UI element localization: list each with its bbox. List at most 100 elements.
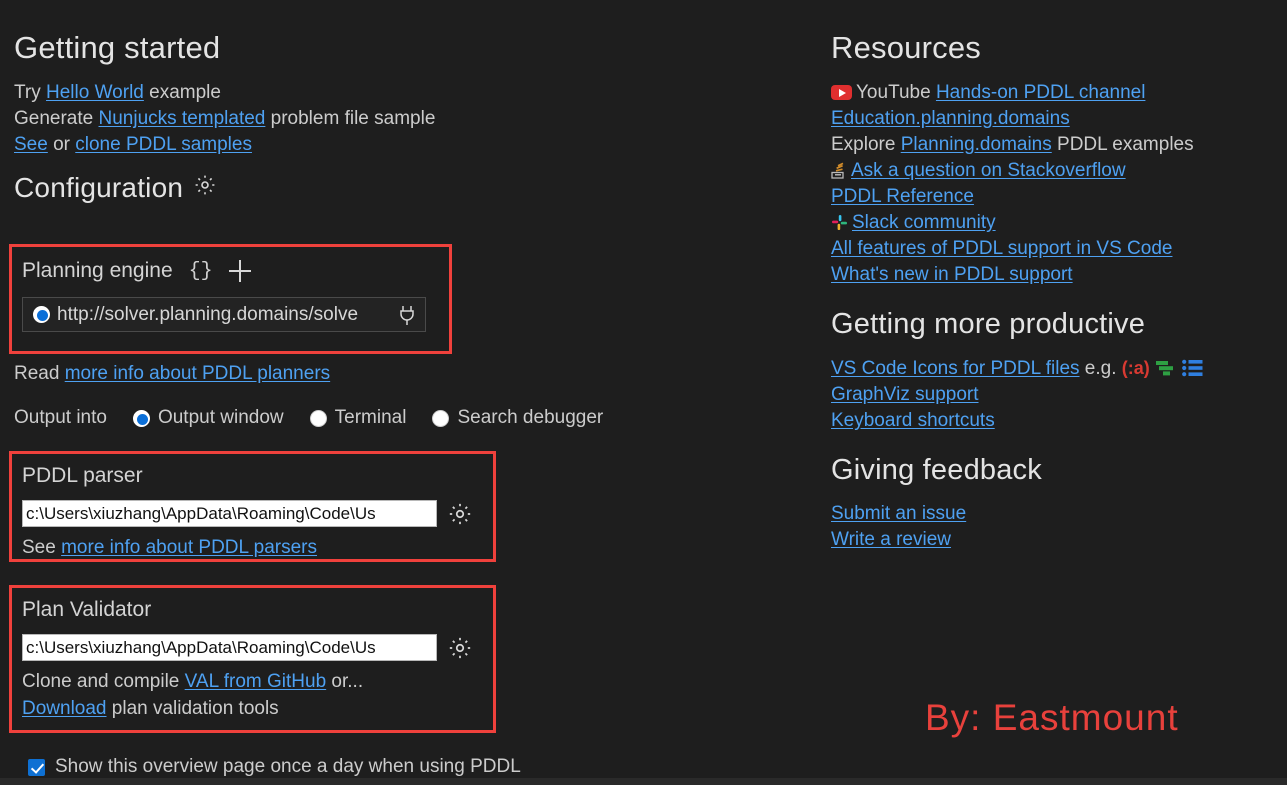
all-features-line: All features of PDDL support in VS Code [831,236,1271,262]
more-info-pddl-planners-link[interactable]: more info about PDDL planners [65,363,330,384]
plan-validator-title: Plan Validator [22,598,152,621]
submit-an-issue-link[interactable]: Submit an issue [831,503,966,524]
pddl-parser-title: PDDL parser [22,464,143,487]
generate-nunjucks-line: Generate Nunjucks templated problem file… [14,106,814,132]
plan-validator-path-input[interactable]: c:\Users\xiuzhang\AppData\Roaming\Code\U… [22,634,437,661]
bottom-scrollbar-strip[interactable] [0,778,1287,785]
generate-prefix: Generate [14,108,99,129]
planning-engine-section: Planning engine {} http://solver.plannin… [9,244,452,354]
val-from-github-link[interactable]: VAL from GitHub [185,671,327,692]
feedback-links: Submit an issue Write a review [831,501,1271,553]
output-into-row: Output into Output window Terminal Searc… [14,407,603,429]
hello-world-link[interactable]: Hello World [46,82,144,103]
try-hello-world-line: Try Hello World example [14,80,814,106]
ask-question-stackoverflow-link[interactable]: Ask a question on Stackoverflow [851,160,1126,181]
nunjucks-templated-link[interactable]: Nunjucks templated [99,108,266,129]
clone-suffix: or... [326,671,364,692]
terminal-radio[interactable] [309,409,327,427]
configuration-heading: Configuration [14,172,184,203]
search-debugger-radio[interactable] [432,409,450,427]
show-overview-checkbox[interactable] [28,758,45,776]
read-planners-line: Read more info about PDDL planners [14,363,330,385]
output-option-output-window[interactable]: Output window [125,407,284,429]
write-a-review-link[interactable]: Write a review [831,529,951,550]
getting-started-links: Try Hello World example Generate Nunjuck… [14,80,814,158]
slack-community-link[interactable]: Slack community [852,212,996,233]
planning-domains-link[interactable]: Planning.domains [901,134,1052,155]
output-option-terminal[interactable]: Terminal [302,407,407,429]
explore-prefix: Explore [831,134,901,155]
left-column: Getting started Try Hello World example … [14,0,814,204]
pddl-reference-line: PDDL Reference [831,184,1271,210]
search-debugger-label: Search debugger [457,407,604,428]
stackoverflow-icon [831,161,847,179]
engine-radio[interactable] [33,306,50,323]
all-features-vscode-link[interactable]: All features of PDDL support in VS Code [831,238,1172,259]
pddl-parser-subline: See more info about PDDL parsers [22,535,483,560]
or-text: or [47,134,76,155]
gear-icon[interactable] [193,172,217,204]
planning-engine-title: Planning engine [22,259,173,282]
output-option-search-debugger[interactable]: Search debugger [424,407,603,429]
list-icon [1182,359,1203,377]
more-info-pddl-parsers-link[interactable]: more info about PDDL parsers [61,537,317,558]
byline-watermark: By: Eastmount [925,697,1179,738]
pddl-reference-link[interactable]: PDDL Reference [831,186,974,207]
clone-pddl-samples-link[interactable]: clone PDDL samples [75,134,252,155]
keyboard-shortcuts-link[interactable]: Keyboard shortcuts [831,410,995,431]
terminal-label: Terminal [334,407,407,428]
pddl-parser-gear-icon[interactable] [447,501,473,527]
education-line: Education.planning.domains [831,106,1271,132]
plug-icon[interactable] [397,304,417,326]
output-into-label: Output into [14,407,107,428]
whats-new-line: What's new in PDDL support [831,262,1271,288]
productive-links: VS Code Icons for PDDL files e.g. (:a) G… [831,355,1271,434]
getting-started-heading: Getting started [14,30,221,65]
vscode-icons-line: VS Code Icons for PDDL files e.g. (:a) [831,355,1271,382]
engine-url-label: http://solver.planning.domains/solve [57,303,359,325]
show-overview-checkbox-row[interactable]: Show this overview page once a day when … [18,756,521,778]
output-window-radio[interactable] [132,409,150,427]
stackoverflow-line: Ask a question on Stackoverflow [831,158,1271,184]
pddl-parser-path-input[interactable]: c:\Users\xiuzhang\AppData\Roaming\Code\U… [22,500,437,527]
right-column: Resources YouTube Hands-on PDDL channel … [831,0,1271,553]
generate-suffix: problem file sample [265,108,436,129]
education-planning-domains-link[interactable]: Education.planning.domains [831,108,1070,129]
planning-engine-selector[interactable]: http://solver.planning.domains/solve [22,297,426,332]
configuration-heading-row: Configuration [14,158,814,204]
resources-links: YouTube Hands-on PDDL channel Education.… [831,80,1271,288]
feedback-heading: Giving feedback [831,454,1042,486]
hands-on-pddl-channel-link[interactable]: Hands-on PDDL channel [936,82,1145,103]
submit-issue-line: Submit an issue [831,501,1271,527]
pddl-parser-section: PDDL parser c:\Users\xiuzhang\AppData\Ro… [9,451,496,562]
plan-validator-gear-icon[interactable] [447,635,473,661]
try-suffix: example [143,82,221,103]
youtube-line: YouTube Hands-on PDDL channel [831,80,1271,106]
plan-validator-path-row: c:\Users\xiuzhang\AppData\Roaming\Code\U… [22,634,483,661]
explore-line: Explore Planning.domains PDDL examples [831,132,1271,158]
youtube-label: YouTube [856,82,931,103]
explore-suffix: PDDL examples [1051,134,1194,155]
productive-heading: Getting more productive [831,308,1146,340]
planning-engine-title-row: Planning engine {} [22,259,439,283]
youtube-icon [831,85,852,100]
pddl-action-icon: (:a) [1121,358,1150,378]
see-clone-samples-line: See or clone PDDL samples [14,132,814,158]
gantt-icon [1155,359,1177,377]
show-overview-label: Show this overview page once a day when … [55,756,521,777]
slack-icon [831,213,848,230]
whats-new-pddl-link[interactable]: What's new in PDDL support [831,264,1073,285]
vscode-icons-link[interactable]: VS Code Icons for PDDL files [831,358,1080,379]
pddl-parser-path-row: c:\Users\xiuzhang\AppData\Roaming\Code\U… [22,500,483,527]
download-link[interactable]: Download [22,698,107,719]
plus-icon[interactable] [228,260,251,282]
plan-validator-section: Plan Validator c:\Users\xiuzhang\AppData… [9,585,496,733]
write-review-line: Write a review [831,527,1271,553]
download-suffix: plan validation tools [106,698,279,719]
braces-icon[interactable]: {} [189,260,213,283]
clone-prefix: Clone and compile [22,671,185,692]
graphviz-support-link[interactable]: GraphViz support [831,384,979,405]
see-link[interactable]: See [14,134,48,155]
eg-text: e.g. [1084,358,1117,379]
slack-line: Slack community [831,210,1271,236]
